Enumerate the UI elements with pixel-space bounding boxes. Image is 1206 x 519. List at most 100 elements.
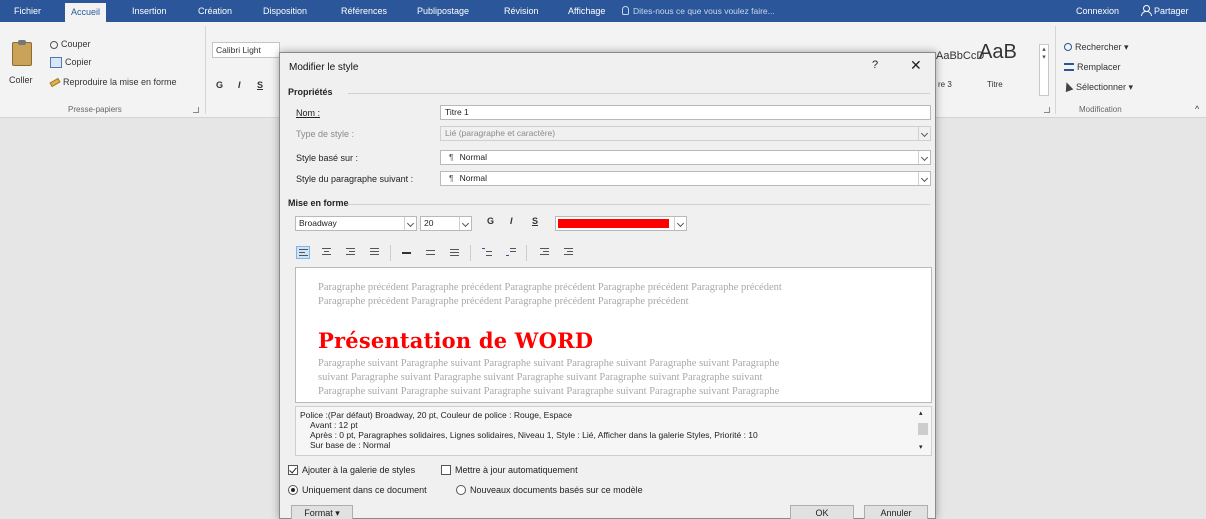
style-description: Police :(Par défaut) Broadway, 20 pt, Co… [295, 406, 932, 456]
share-label: Partager [1154, 6, 1189, 16]
select-button[interactable]: Sélectionner ▾ [1062, 80, 1133, 93]
font-color-select[interactable] [555, 216, 687, 231]
only-this-document-label: Uniquement dans ce document [302, 485, 427, 495]
tab-fichier[interactable]: Fichier [8, 0, 47, 22]
toolbar-separator [390, 245, 391, 261]
format-painter-label: Reproduire la mise en forme [63, 77, 177, 87]
format-painter-button[interactable]: Reproduire la mise en forme [49, 77, 177, 88]
tab-references[interactable]: Références [335, 0, 393, 22]
chevron-down-icon [918, 127, 930, 140]
italic-button[interactable]: I [238, 80, 241, 90]
lightbulb-icon [622, 6, 629, 15]
based-on-label: Style basé sur : [296, 153, 359, 163]
paste-button[interactable]: Coller [9, 75, 33, 85]
style-name-input[interactable]: Titre 1 [440, 105, 931, 120]
new-documents-label: Nouveaux documents basés sur ce modèle [470, 485, 643, 495]
style-gallery-item-3[interactable]: AaBbCcD [936, 50, 984, 62]
preview-previous-paragraph: Paragraphe précédent Paragraphe précéden… [318, 296, 689, 307]
style-type-value: Lié (paragraphe et caractère) [445, 128, 556, 138]
description-line: Après : 0 pt, Paragraphes solidaires, Li… [310, 430, 758, 440]
auto-update-checkbox[interactable] [441, 465, 451, 475]
tab-revision[interactable]: Révision [498, 0, 545, 22]
ok-button[interactable]: OK [790, 505, 854, 519]
new-documents-radio[interactable] [456, 485, 466, 495]
styles-scroll[interactable]: ▴ ▾ [1039, 44, 1049, 96]
divider [348, 204, 930, 205]
find-button[interactable]: Rechercher ▾ [1064, 42, 1129, 53]
style-preview: Paragraphe précédent Paragraphe précéden… [295, 267, 932, 403]
cursor-icon [1062, 80, 1074, 93]
tab-insertion[interactable]: Insertion [126, 0, 173, 22]
next-style-select[interactable]: ¶ Normal [440, 171, 931, 186]
one-half-spacing-icon[interactable] [424, 246, 438, 259]
space-before-icon[interactable] [480, 246, 494, 259]
dialog-italic-button[interactable]: I [510, 216, 513, 226]
chevron-down-icon [674, 217, 686, 230]
double-spacing-icon[interactable] [448, 246, 462, 259]
copy-button[interactable]: Copier [50, 57, 92, 69]
toolbar-separator [526, 245, 527, 261]
align-center-icon[interactable] [320, 246, 334, 259]
format-button[interactable]: Format ▾ [291, 505, 353, 519]
underline-button[interactable]: S [257, 80, 263, 90]
tab-publipostage[interactable]: Publipostage [411, 0, 475, 22]
pilcrow-icon: ¶ [449, 152, 454, 162]
divider [348, 93, 930, 94]
tab-accueil[interactable]: Accueil [65, 3, 107, 22]
align-right-icon[interactable] [344, 246, 358, 259]
connexion-link[interactable]: Connexion [1076, 0, 1119, 22]
based-on-value: Normal [459, 152, 487, 162]
single-spacing-icon[interactable] [400, 246, 414, 259]
font-select[interactable]: Broadway [295, 216, 417, 231]
collapse-ribbon-icon[interactable]: ^ [1195, 104, 1199, 114]
next-style-value: Normal [459, 173, 487, 183]
font-size-select[interactable]: 20 [420, 216, 472, 231]
add-to-gallery-checkbox[interactable] [288, 465, 298, 475]
add-to-gallery-label: Ajouter à la galerie de styles [302, 465, 416, 475]
help-button[interactable]: ? [872, 59, 878, 71]
ribbon-tab-bar: Fichier Accueil Insertion Création Dispo… [0, 0, 1206, 22]
align-left-icon[interactable] [296, 246, 310, 259]
style-label-3: re 3 [938, 80, 952, 89]
tab-affichage[interactable]: Affichage [562, 0, 611, 22]
dialog-bold-button[interactable]: G [487, 216, 494, 226]
increase-indent-icon[interactable] [562, 246, 576, 259]
tell-me-box[interactable]: Dites-nous ce que vous voulez faire... [622, 0, 775, 22]
style-gallery-item-titre[interactable]: AaB [979, 41, 1017, 64]
font-name-box[interactable]: Calibri Light [212, 42, 280, 58]
cut-button[interactable]: Couper [50, 39, 91, 49]
group-separator [205, 26, 206, 114]
styles-launcher-icon[interactable] [1044, 107, 1050, 113]
dialog-title: Modifier le style [289, 62, 359, 73]
toolbar-separator [470, 245, 471, 261]
tab-disposition[interactable]: Disposition [257, 0, 313, 22]
modify-style-dialog: Modifier le style ? ✕ Propriétés Nom : T… [279, 52, 936, 519]
chevron-down-icon [459, 217, 471, 230]
properties-heading: Propriétés [288, 87, 333, 97]
dialog-underline-button[interactable]: S [532, 216, 538, 226]
cancel-button[interactable]: Annuler [864, 505, 928, 519]
replace-button[interactable]: Remplacer [1064, 62, 1121, 72]
style-type-label: Type de style : [296, 129, 355, 139]
decrease-indent-icon[interactable] [538, 246, 552, 259]
description-scrollbar[interactable]: ▴ ▾ [917, 409, 929, 453]
copy-icon [50, 57, 62, 69]
preview-next-paragraph: Paragraphe suivant Paragraphe suivant Pa… [318, 386, 780, 397]
share-button[interactable]: Partager [1141, 0, 1189, 22]
preview-title: Présentation de WORD [318, 328, 594, 353]
formatting-heading: Mise en forme [288, 198, 349, 208]
style-label-titre: Titre [987, 80, 1003, 89]
only-this-document-radio[interactable] [288, 485, 298, 495]
next-style-label: Style du paragraphe suivant : [296, 174, 414, 184]
bold-button[interactable]: G [216, 80, 223, 90]
tab-creation[interactable]: Création [192, 0, 238, 22]
close-icon[interactable]: ✕ [910, 57, 922, 74]
tell-me-text: Dites-nous ce que vous voulez faire... [633, 6, 775, 16]
based-on-select[interactable]: ¶ Normal [440, 150, 931, 165]
justify-icon[interactable] [368, 246, 382, 259]
chevron-down-icon [918, 151, 930, 164]
clipboard-launcher-icon[interactable] [193, 107, 199, 113]
replace-icon [1064, 63, 1074, 71]
space-after-icon[interactable] [504, 246, 518, 259]
clipboard-icon[interactable] [12, 40, 32, 66]
